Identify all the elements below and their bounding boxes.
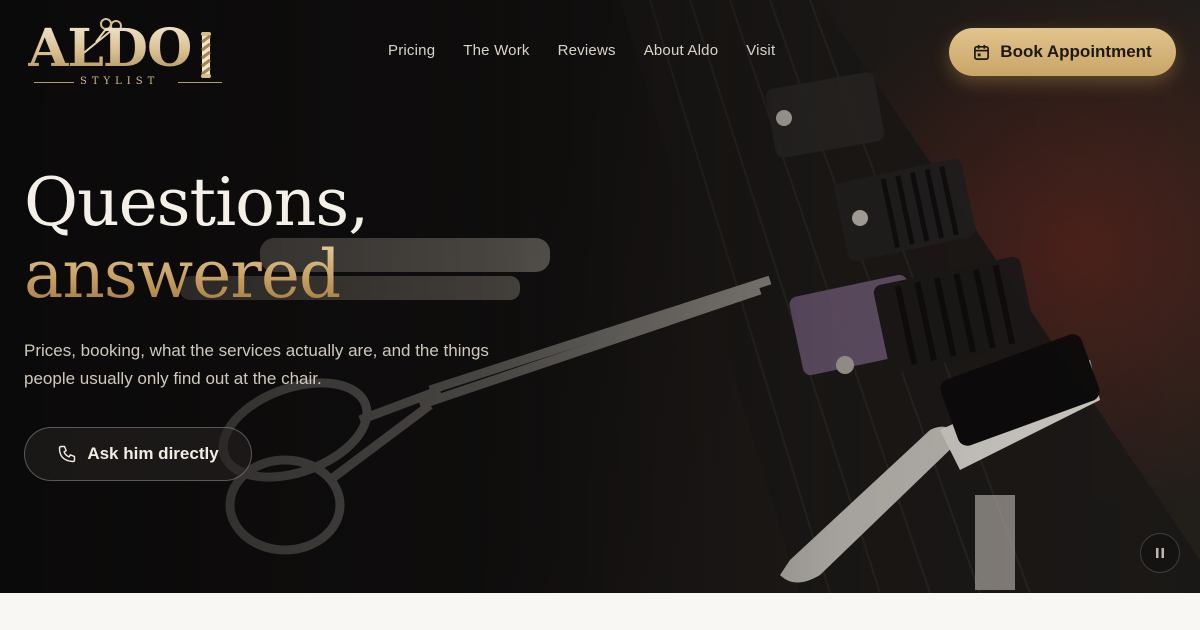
calendar-icon <box>974 44 990 60</box>
book-appointment-label: Book Appointment <box>1000 42 1152 61</box>
barber-pole-icon <box>201 32 211 78</box>
hero-section: ALDO STYLIST Pricing The Work Reviews Ab… <box>0 0 1200 593</box>
pause-button[interactable] <box>1140 533 1180 573</box>
brand-wordmark: ALDO <box>28 18 192 79</box>
book-appointment-button[interactable]: Book Appointment <box>949 28 1176 76</box>
pause-icon <box>1156 548 1164 558</box>
nav-item-visit[interactable]: Visit <box>746 41 775 61</box>
hero-lead: Prices, booking, what the services actua… <box>24 341 489 388</box>
nav-item-pricing[interactable]: Pricing <box>388 41 435 61</box>
logo-rule-left <box>34 82 74 83</box>
ask-directly-button[interactable]: Ask him directly <box>24 427 252 481</box>
next-section-strip <box>0 593 1200 630</box>
hero-title-accent: answered <box>24 236 341 313</box>
nav-item-about-aldo[interactable]: About Aldo <box>644 41 719 61</box>
nav-item-the-work[interactable]: The Work <box>463 41 529 61</box>
hero-title: Questions, <box>24 164 369 241</box>
brand-tagline: STYLIST <box>80 76 160 87</box>
nav-item-reviews[interactable]: Reviews <box>558 41 616 61</box>
phone-icon <box>59 445 76 463</box>
ask-directly-label: Ask him directly <box>87 444 219 463</box>
main-nav: Pricing The Work Reviews About Aldo Visi… <box>388 41 775 61</box>
logo-rule-right <box>178 82 222 83</box>
brand-logo[interactable]: ALDO STYLIST <box>28 18 228 90</box>
